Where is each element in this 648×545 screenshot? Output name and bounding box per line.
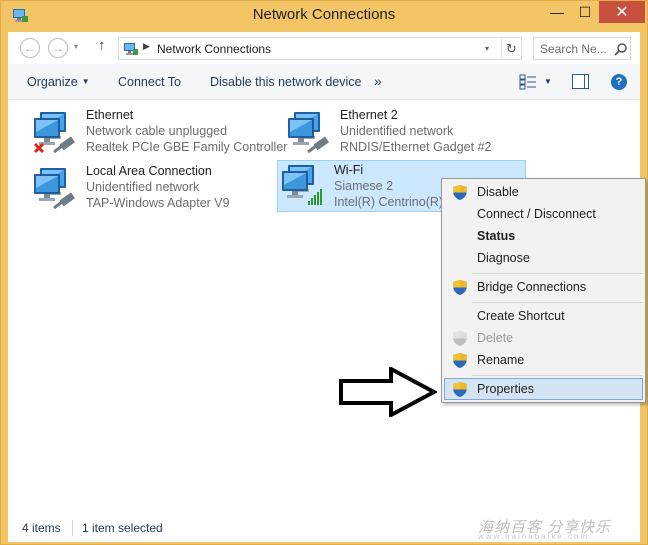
- command-bar: Organize ▼ Connect To Disable this networ…: [8, 64, 640, 100]
- back-button[interactable]: ←: [20, 38, 40, 58]
- menu-item-bridge-connections[interactable]: Bridge Connections: [444, 276, 643, 298]
- menu-item-label: Bridge Connections: [477, 280, 587, 294]
- watermark-url: www.hainabaike.com: [478, 532, 590, 541]
- uac-shield-icon: [453, 381, 467, 398]
- menu-item-label: Diagnose: [477, 251, 530, 265]
- ethernet-disconnected-icon: [33, 112, 76, 154]
- menu-item-label: Create Shortcut: [477, 309, 565, 323]
- menu-item-label: Delete: [477, 331, 514, 345]
- more-commands-button[interactable]: »: [374, 73, 382, 89]
- minimize-button[interactable]: —: [543, 1, 571, 23]
- connection-item-local-area-connection[interactable]: Local Area Connection Unidentified netwo…: [22, 162, 272, 210]
- context-menu: Disable Connect / Disconnect Status Diag…: [441, 178, 646, 403]
- item-count: 4 items: [22, 521, 61, 535]
- breadcrumb-current[interactable]: Network Connections: [157, 42, 271, 56]
- view-options-dropdown[interactable]: ▼: [544, 77, 552, 86]
- menu-item-label: Connect / Disconnect: [477, 207, 596, 221]
- selection-count: 1 item selected: [82, 521, 163, 535]
- menu-item-disable[interactable]: Disable: [444, 181, 643, 203]
- connection-name: Local Area Connection: [86, 164, 212, 178]
- address-row: ← → ▾ ↑ ▶ Network Connections ▾ ↻ Search…: [8, 32, 640, 64]
- connection-item-ethernet-2[interactable]: Ethernet 2 Unidentified network RNDIS/Et…: [276, 106, 526, 154]
- connection-status: Unidentified network: [86, 180, 200, 194]
- connection-name: Ethernet 2: [340, 108, 398, 122]
- annotation-arrow-icon: [339, 367, 437, 417]
- recent-locations-button[interactable]: ▾: [74, 42, 78, 51]
- menu-item-label: Properties: [477, 382, 534, 396]
- connect-to-button[interactable]: Connect To: [118, 75, 181, 89]
- disable-device-button[interactable]: Disable this network device: [210, 75, 361, 89]
- network-folder-icon: [124, 43, 138, 55]
- menu-item-delete: Delete: [444, 327, 643, 349]
- close-button[interactable]: ✕: [599, 1, 645, 23]
- connection-device: Intel(R) Centrino(R) A: [334, 195, 455, 209]
- explorer-window: Network Connections — ☐ ✕ ← → ▾ ↑ ▶ Netw…: [0, 0, 648, 545]
- title-bar[interactable]: Network Connections — ☐ ✕: [1, 1, 647, 31]
- breadcrumb-separator-icon: ▶: [143, 41, 150, 51]
- maximize-button[interactable]: ☐: [571, 1, 599, 23]
- preview-pane-icon[interactable]: [572, 74, 589, 89]
- uac-shield-icon: [453, 279, 467, 296]
- connection-name: Ethernet: [86, 108, 134, 122]
- search-box[interactable]: Search Ne...: [533, 37, 631, 60]
- uac-shield-icon: [453, 330, 467, 347]
- uac-shield-icon: [453, 184, 467, 201]
- organize-button[interactable]: Organize ▼: [27, 75, 90, 89]
- menu-item-label: Rename: [477, 353, 525, 367]
- connection-name: Wi-Fi: [334, 163, 364, 177]
- forward-button[interactable]: →: [48, 38, 68, 58]
- connection-item-ethernet[interactable]: Ethernet Network cable unplugged Realtek…: [22, 106, 287, 154]
- up-button[interactable]: ↑: [98, 37, 106, 54]
- search-input[interactable]: Search Ne...: [540, 42, 607, 56]
- connection-status: Siamese 2: [334, 179, 394, 193]
- address-dropdown-button[interactable]: ▾: [485, 44, 489, 53]
- wifi-adapter-icon: [282, 165, 322, 205]
- menu-item-create-shortcut[interactable]: Create Shortcut: [444, 305, 643, 327]
- connection-device: TAP-Windows Adapter V9: [86, 196, 230, 210]
- change-view-icon[interactable]: [519, 74, 537, 90]
- address-bar[interactable]: ▶ Network Connections ▾ ↻: [118, 37, 522, 60]
- connection-device: RNDIS/Ethernet Gadget #2: [340, 140, 492, 154]
- status-bar: 4 items 1 item selected 海纳百客 分享快乐 www.ha…: [8, 512, 640, 542]
- uac-shield-icon: [453, 352, 467, 369]
- ethernet-icon: [288, 112, 330, 154]
- chevron-down-icon: ▼: [81, 77, 90, 86]
- menu-item-connect-disconnect[interactable]: Connect / Disconnect: [444, 203, 643, 225]
- menu-item-label: Disable: [477, 185, 519, 199]
- menu-item-properties[interactable]: Properties: [444, 378, 643, 400]
- help-icon[interactable]: ?: [611, 74, 627, 90]
- organize-label: Organize: [27, 75, 78, 89]
- connection-status: Unidentified network: [340, 124, 454, 138]
- connection-device: Realtek PCIe GBE Family Controller: [86, 140, 288, 154]
- menu-item-label: Status: [477, 229, 516, 243]
- menu-separator: [472, 375, 643, 376]
- search-icon[interactable]: [614, 42, 628, 56]
- ethernet-icon: [34, 168, 76, 210]
- menu-separator: [472, 273, 643, 274]
- connection-status: Network cable unplugged: [86, 124, 228, 138]
- menu-item-rename[interactable]: Rename: [444, 349, 643, 371]
- menu-item-status[interactable]: Status: [444, 225, 643, 247]
- status-divider: [72, 520, 73, 536]
- menu-separator: [472, 302, 643, 303]
- refresh-button[interactable]: ↻: [501, 39, 521, 58]
- menu-item-diagnose[interactable]: Diagnose: [444, 247, 643, 269]
